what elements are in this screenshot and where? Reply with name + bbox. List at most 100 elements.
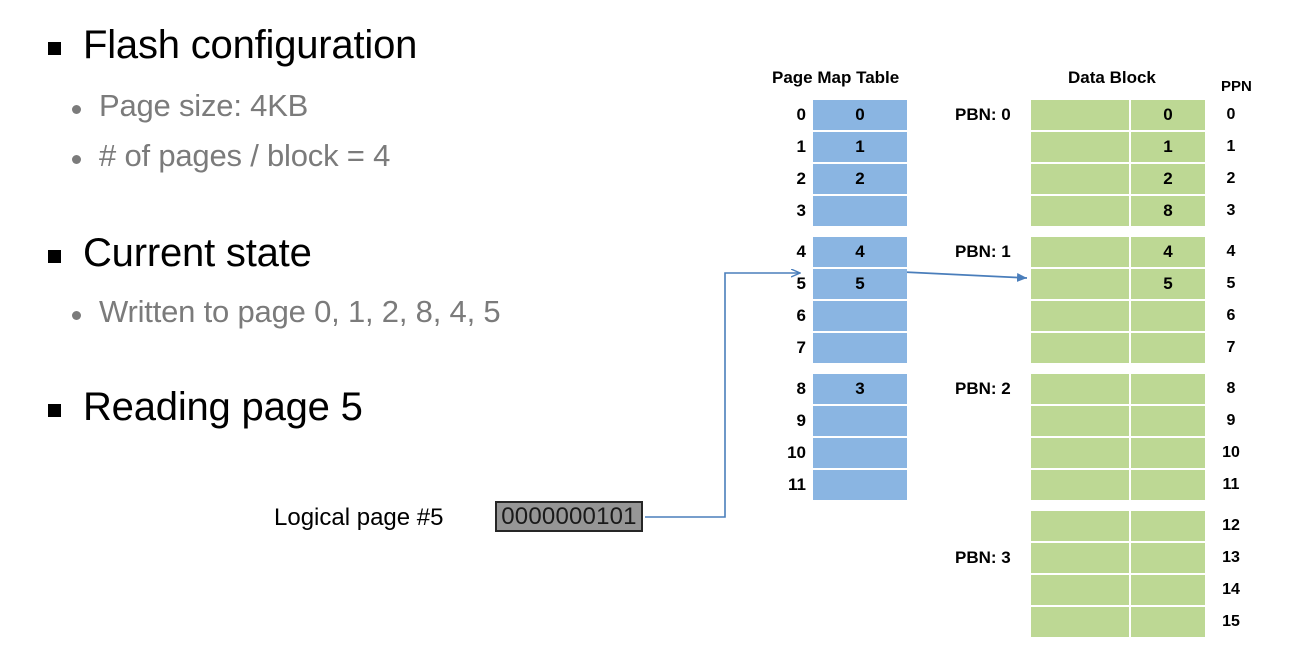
round-bullet-icon: [72, 311, 81, 320]
data-block-cell-left[interactable]: [1031, 100, 1129, 130]
data-block-cell-right[interactable]: 0: [1131, 100, 1205, 130]
data-block-cell-right[interactable]: 1: [1131, 132, 1205, 162]
page-map-cell[interactable]: [813, 406, 907, 436]
data-block-cell-right[interactable]: [1131, 406, 1205, 436]
table-row: 2 2: [955, 164, 1257, 194]
data-block-cell-right[interactable]: [1131, 374, 1205, 404]
table-row: 4 4: [775, 237, 907, 267]
data-block-cell-left[interactable]: [1031, 301, 1129, 331]
page-map-cell[interactable]: [813, 333, 907, 363]
data-block-cell-right[interactable]: [1131, 438, 1205, 468]
data-block-cell-right[interactable]: [1131, 470, 1205, 500]
data-block-cell-right[interactable]: [1131, 511, 1205, 541]
data-block-cell-left[interactable]: [1031, 607, 1129, 637]
table-row: PBN: 1 4 4: [955, 237, 1257, 267]
bullet-label: Flash configuration: [83, 23, 418, 67]
bullet-written-pages: Written to page 0, 1, 2, 8, 4, 5: [72, 295, 501, 329]
page-map-cell[interactable]: 5: [813, 269, 907, 299]
data-block-table: PBN: 0 0 0 1 1 2 2 8 3 PBN: 1 4 4 5 5 6 …: [955, 100, 1257, 648]
logical-page-binary-box: 0000000101: [495, 501, 643, 532]
data-block-cell-left[interactable]: [1031, 543, 1129, 573]
table-row: 8 3: [775, 374, 907, 404]
table-row: 15: [955, 607, 1257, 637]
data-block-cell-left[interactable]: [1031, 237, 1129, 267]
table-row: 12: [955, 511, 1257, 541]
table-row: 14: [955, 575, 1257, 605]
page-map-cell[interactable]: 4: [813, 237, 907, 267]
data-block-cell-left[interactable]: [1031, 132, 1129, 162]
data-block-cell-right[interactable]: 2: [1131, 164, 1205, 194]
page-map-index: 3: [796, 201, 806, 220]
table-row: 8 3: [955, 196, 1257, 226]
page-map-index: 10: [787, 443, 806, 462]
data-block-cell-right[interactable]: [1131, 333, 1205, 363]
pbn-label-empty: [955, 607, 1027, 637]
pbn-label: PBN: 0: [955, 105, 1011, 124]
pbn-label-empty: [955, 438, 1027, 468]
bullet-flash-configuration: Flash configuration: [48, 24, 417, 66]
data-block-cell-left[interactable]: [1031, 374, 1129, 404]
ppn-value: 8: [1226, 380, 1236, 397]
page-map-cell[interactable]: [813, 438, 907, 468]
round-bullet-icon: [72, 155, 81, 164]
page-map-index: 7: [796, 338, 806, 357]
page-map-index: 6: [796, 306, 806, 325]
data-block-cell-right[interactable]: 8: [1131, 196, 1205, 226]
data-block-cell-right[interactable]: 4: [1131, 237, 1205, 267]
data-block-cell-left[interactable]: [1031, 438, 1129, 468]
table-row: 6: [775, 301, 907, 331]
round-bullet-icon: [72, 105, 81, 114]
data-block-cell-left[interactable]: [1031, 511, 1129, 541]
pbn-label-empty: [955, 470, 1027, 500]
table-row: 10: [955, 438, 1257, 468]
data-block-cell-left[interactable]: [1031, 470, 1129, 500]
pbn-label-empty: [955, 269, 1027, 299]
data-block-cell-left[interactable]: [1031, 575, 1129, 605]
logical-page-label: Logical page #5: [274, 504, 444, 531]
ppn-value: 6: [1226, 307, 1236, 324]
ppn-value: 1: [1226, 138, 1236, 155]
bullet-label: Current state: [83, 231, 312, 275]
page-map-cell[interactable]: [813, 196, 907, 226]
square-bullet-icon: [48, 250, 61, 263]
data-block-cell-right[interactable]: [1131, 607, 1205, 637]
pbn-label-empty: [955, 333, 1027, 363]
page-map-group: 4 4 5 5 6 7: [775, 237, 907, 363]
data-block-cell-right[interactable]: [1131, 543, 1205, 573]
table-row: PBN: 2 8: [955, 374, 1257, 404]
ppn-value: 10: [1222, 444, 1240, 461]
page-map-cell[interactable]: 3: [813, 374, 907, 404]
page-map-group: 0 0 1 1 2 2 3: [775, 100, 907, 226]
page-map-cell[interactable]: [813, 301, 907, 331]
table-row: PBN: 3 13: [955, 543, 1257, 573]
data-block-cell-right[interactable]: 5: [1131, 269, 1205, 299]
page-map-index: 5: [796, 274, 806, 293]
page-map-table-title: Page Map Table: [772, 68, 900, 87]
data-block-cell-left[interactable]: [1031, 406, 1129, 436]
table-row: 0 0: [775, 100, 907, 130]
data-block-group: PBN: 0 0 0 1 1 2 2 8 3: [955, 100, 1257, 226]
data-block-cell-left[interactable]: [1031, 333, 1129, 363]
table-row: 9: [775, 406, 907, 436]
data-block-cell-right[interactable]: [1131, 301, 1205, 331]
data-block-cell-left[interactable]: [1031, 269, 1129, 299]
page-map-cell[interactable]: 1: [813, 132, 907, 162]
pbn-label-empty: [955, 301, 1027, 331]
page-map-cell[interactable]: [813, 470, 907, 500]
table-row: PBN: 0 0 0: [955, 100, 1257, 130]
data-block-cell-left[interactable]: [1031, 196, 1129, 226]
ppn-value: 5: [1226, 275, 1236, 292]
table-row: 11: [775, 470, 907, 500]
ppn-value: 3: [1226, 202, 1236, 219]
data-block-group: PBN: 1 4 4 5 5 6 7: [955, 237, 1257, 363]
page-map-cell[interactable]: 0: [813, 100, 907, 130]
table-row: 10: [775, 438, 907, 468]
data-block-group: 12 PBN: 3 13 14 15: [955, 511, 1257, 637]
data-block-cell-right[interactable]: [1131, 575, 1205, 605]
table-row: 6: [955, 301, 1257, 331]
square-bullet-icon: [48, 404, 61, 417]
bullet-pages-per-block: # of pages / block = 4: [72, 139, 390, 173]
ppn-value: 4: [1226, 243, 1236, 260]
page-map-cell[interactable]: 2: [813, 164, 907, 194]
data-block-cell-left[interactable]: [1031, 164, 1129, 194]
